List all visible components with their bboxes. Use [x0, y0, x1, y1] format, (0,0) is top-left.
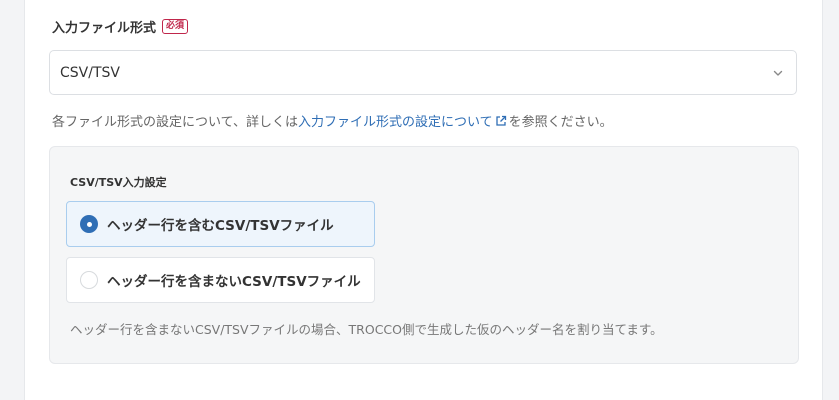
input-format-select[interactable]: CSV/TSV — [49, 50, 797, 95]
help-text-suffix: を参照ください。 — [508, 115, 613, 130]
radio-option-label: ヘッダー行を含むCSV/TSVファイル — [107, 218, 334, 234]
radio-option-without-header[interactable]: ヘッダー行を含まないCSV/TSVファイル — [66, 257, 375, 303]
select-value: CSV/TSV — [60, 64, 120, 81]
external-link-icon[interactable] — [495, 115, 507, 127]
panel-title: CSV/TSV入力設定 — [70, 176, 167, 189]
field-label-text: 入力ファイル形式 — [52, 21, 157, 36]
radio-unselected-icon — [80, 271, 98, 289]
help-text: 各ファイル形式の設定について、詳しくは 入力ファイル形式の設定について を参照く… — [52, 111, 613, 130]
required-badge: 必須 — [162, 19, 189, 34]
radio-option-with-header[interactable]: ヘッダー行を含むCSV/TSVファイル — [66, 201, 375, 247]
radio-option-label: ヘッダー行を含まないCSV/TSVファイル — [107, 274, 361, 290]
chevron-down-icon — [773, 70, 783, 76]
field-label: 入力ファイル形式 必須 — [52, 17, 189, 36]
radio-selected-icon — [80, 215, 98, 233]
help-text-prefix: 各ファイル形式の設定について、詳しくは — [52, 115, 298, 130]
form-card: 入力ファイル形式 必須 CSV/TSV 各ファイル形式の設定について、詳しくは … — [24, 0, 823, 400]
format-settings-link[interactable]: 入力ファイル形式の設定について — [298, 111, 493, 130]
csv-tsv-settings-panel: CSV/TSV入力設定 ヘッダー行を含むCSV/TSVファイル ヘッダー行を含ま… — [49, 146, 799, 364]
panel-note: ヘッダー行を含まないCSV/TSVファイルの場合、TROCCO側で生成した仮のヘ… — [70, 322, 663, 337]
